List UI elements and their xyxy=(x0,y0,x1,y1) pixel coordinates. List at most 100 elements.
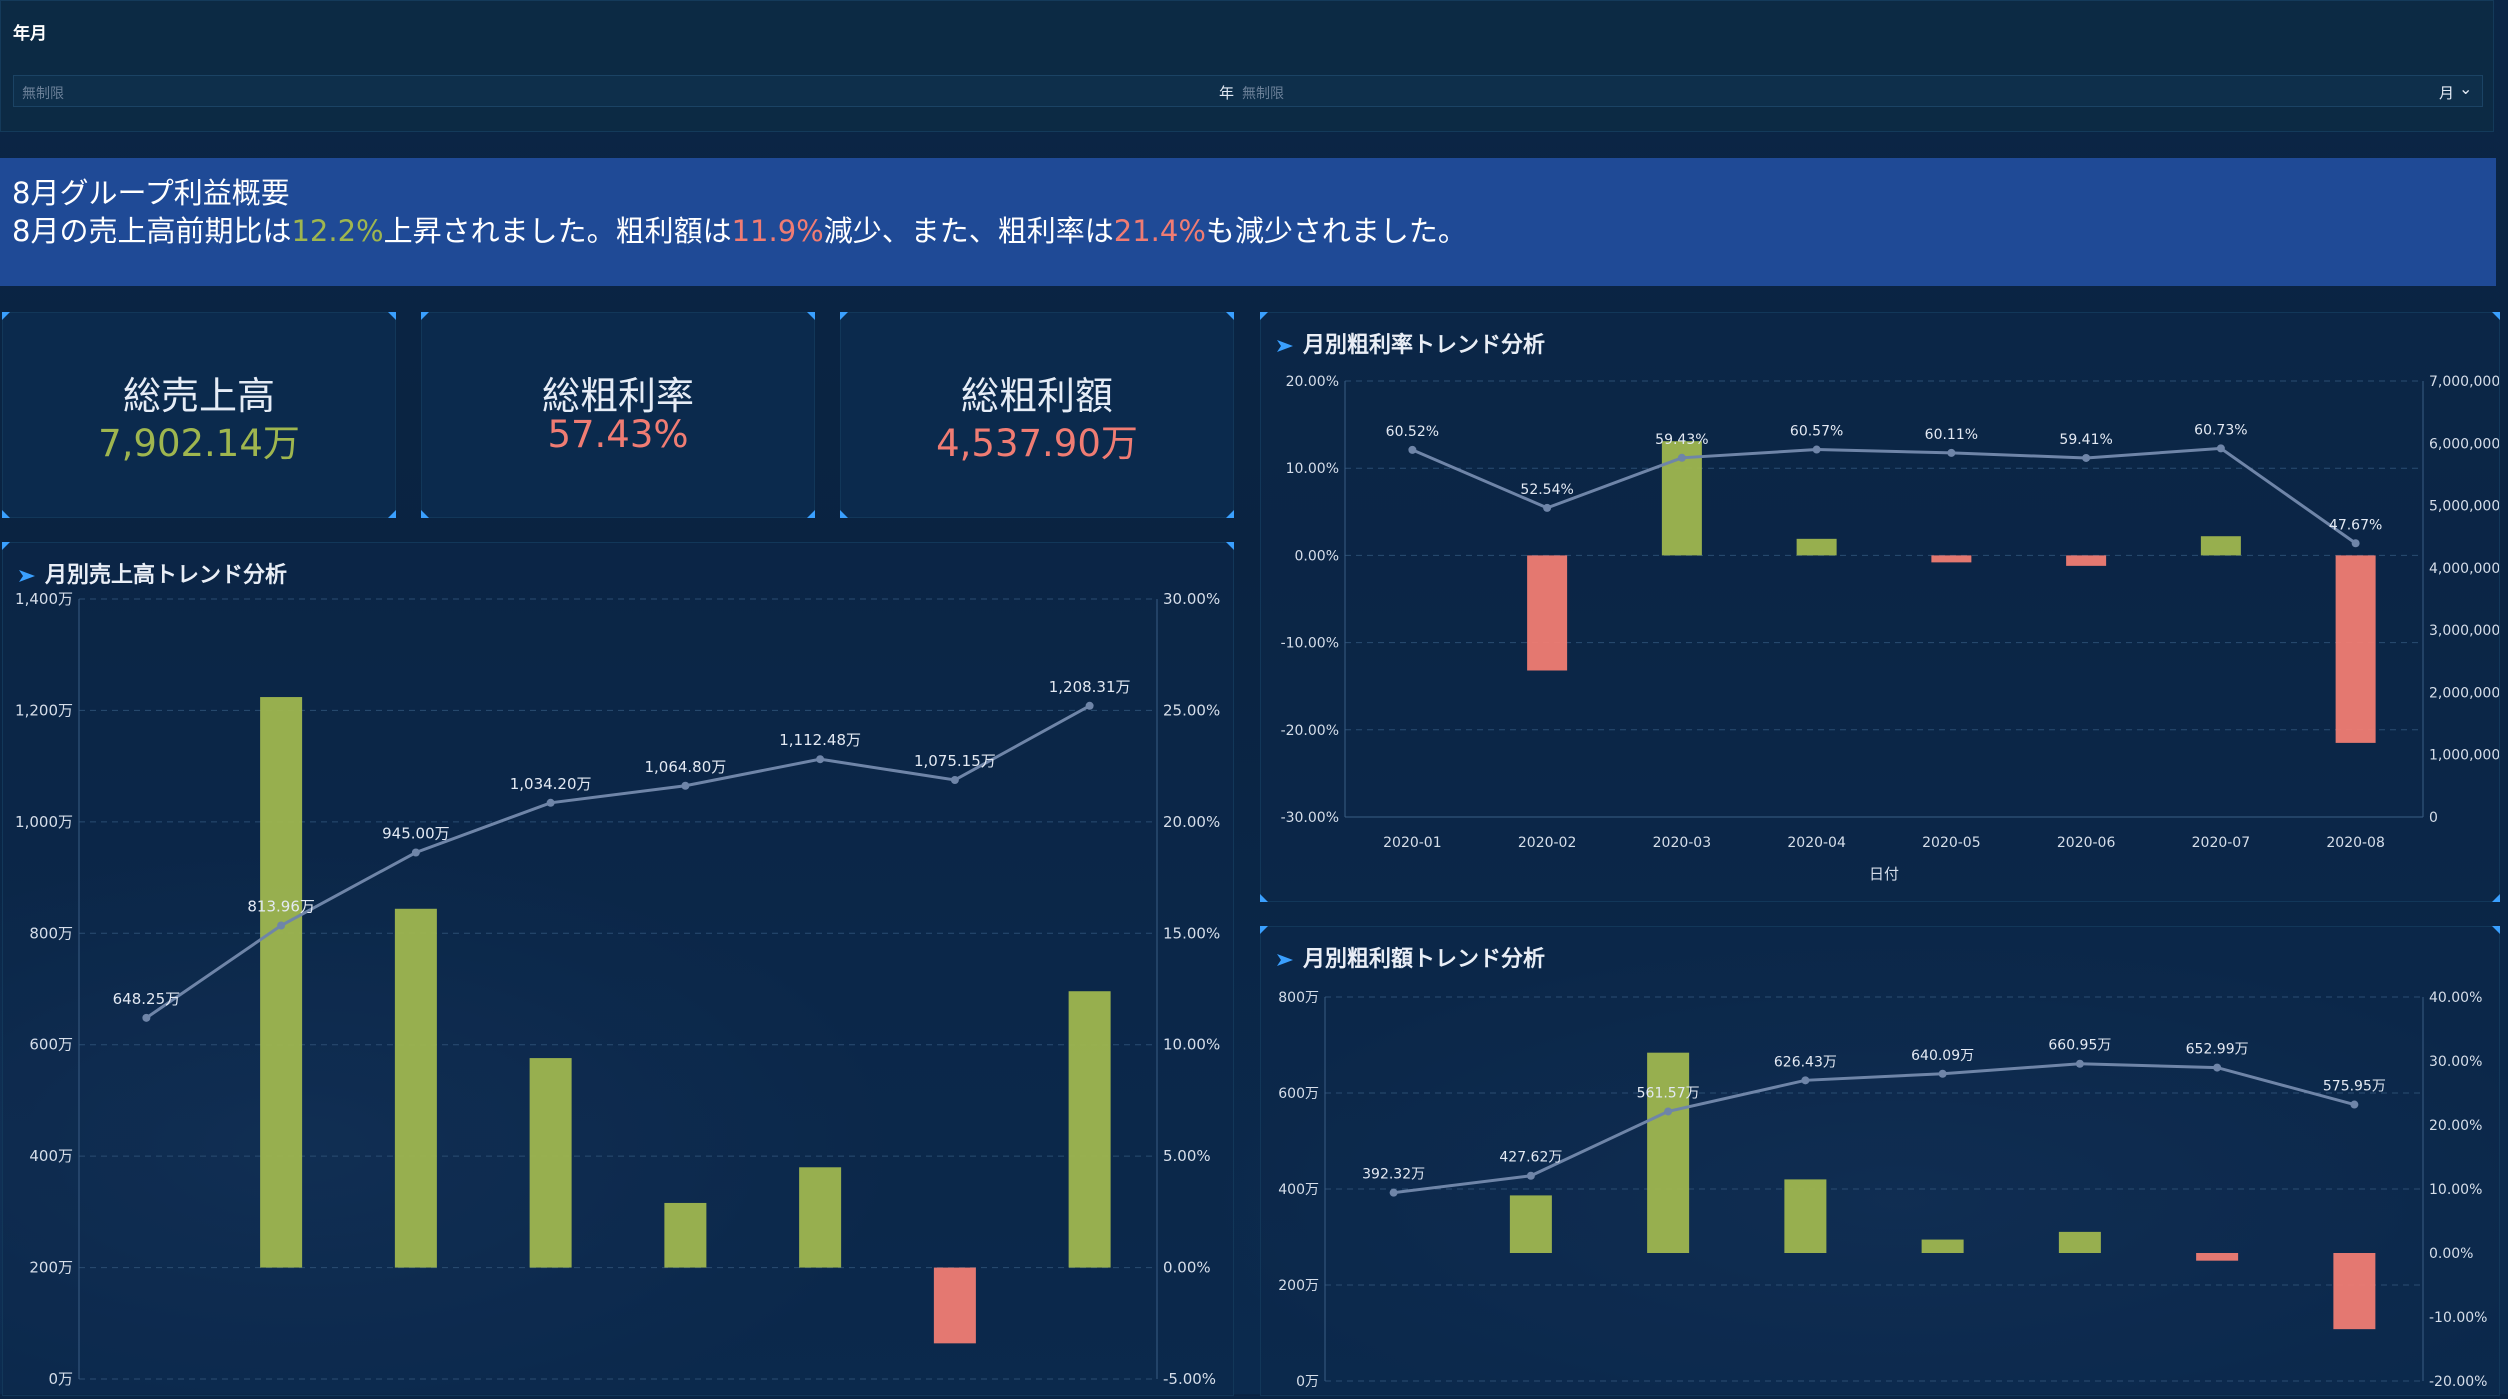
data-label: 52.54% xyxy=(1520,482,1573,498)
x-axis-title: 日付 xyxy=(1869,865,1899,883)
year-label: 年 xyxy=(1219,84,1235,102)
line-point xyxy=(1085,701,1094,710)
data-label: 813.96万 xyxy=(247,898,315,916)
chart-bar xyxy=(2196,1253,2239,1261)
flag-icon xyxy=(1277,340,1293,352)
gross-profit-trend-chart: 0万 200万 400万 600万 800万 -20.00% -10.00% 0.00% 10.… xyxy=(1278,990,2487,1390)
line-point xyxy=(1664,1107,1673,1116)
chart-bar xyxy=(2200,536,2241,556)
x-tick-label: 2020-08 xyxy=(2326,835,2385,851)
corner-marker xyxy=(388,312,396,320)
y-left-tick-label: 800万 xyxy=(29,924,73,942)
kpi-label: 総粗利率 xyxy=(541,374,694,418)
line-point xyxy=(816,755,825,764)
chart-title: 月別粗利率トレンド分析 xyxy=(1303,333,1546,358)
y-right-tick-label: 2,000,000 xyxy=(2429,685,2499,701)
y-left-tick-label: 20.00% xyxy=(1286,374,1339,390)
line-point xyxy=(1408,445,1417,454)
y-right-tick-label: 30.00% xyxy=(1163,590,1220,608)
line-point xyxy=(1526,1171,1535,1180)
chart-bar xyxy=(1527,555,1568,671)
data-label: 47.67% xyxy=(2329,517,2382,533)
line-point xyxy=(277,921,286,930)
gross-profit-change-value: 11.9% xyxy=(731,214,824,248)
line-point xyxy=(1543,503,1552,512)
panel-title: 月別粗利率トレンド分析 xyxy=(1277,327,1545,359)
x-tick-label: 2020-04 xyxy=(1787,835,1846,851)
corner-marker xyxy=(2492,894,2500,902)
chart-bar xyxy=(1509,1195,1552,1253)
y-right-tick-label: -5.00% xyxy=(1163,1370,1216,1388)
corner-marker xyxy=(1226,510,1234,518)
data-label: 652.99万 xyxy=(2186,1042,2249,1058)
line-point xyxy=(950,775,959,784)
x-tick-label: 2020-07 xyxy=(2192,835,2251,851)
y-left-tick-label: 200万 xyxy=(29,1259,73,1277)
data-label: 60.57% xyxy=(1790,424,1843,440)
y-left-tick-label: 600万 xyxy=(1278,1086,1319,1102)
year-month-selector[interactable]: 無制限 年 無制限 月 ⌄ xyxy=(13,75,2483,107)
chart-bar xyxy=(1784,1179,1827,1253)
line-point xyxy=(1801,1076,1810,1085)
year-input[interactable]: 無制限 xyxy=(22,83,64,103)
month-input[interactable]: 無制限 xyxy=(1242,83,1284,103)
flag-icon xyxy=(19,570,35,582)
corner-marker xyxy=(421,312,429,320)
line-point xyxy=(546,798,555,807)
y-left-tick-label: 800万 xyxy=(1278,990,1319,1006)
chart-bar xyxy=(664,1202,707,1268)
y-right-tick-label: 3,000,000 xyxy=(2429,623,2499,639)
sales-growth-value: 12.2% xyxy=(291,214,384,248)
corner-marker xyxy=(1226,542,1234,550)
summary-text: 8月の売上高前期比は12.2%上昇されました。粗利額は11.9%減少、また、粗利… xyxy=(12,208,1467,250)
corner-marker xyxy=(2,312,10,320)
flag-icon xyxy=(1277,954,1293,966)
chart-bar xyxy=(2066,555,2107,566)
line-point xyxy=(2350,1100,2359,1109)
corner-marker xyxy=(1226,312,1234,320)
data-label: 640.09万 xyxy=(1911,1048,1974,1064)
corner-marker xyxy=(388,510,396,518)
y-left-tick-label: 1,000万 xyxy=(15,813,73,831)
y-left-tick-label: -20.00% xyxy=(1281,723,1339,739)
chart-panel-gross-profit: 月別粗利額トレンド分析 0万 200万 400万 600万 800万 -20.00% -10… xyxy=(1260,926,2500,1396)
chart-bar xyxy=(1068,991,1111,1268)
chart-bar xyxy=(2058,1231,2101,1253)
y-left-tick-label: 0万 xyxy=(1296,1374,1319,1390)
summary-seg: 上昇されました。粗利額は xyxy=(383,214,732,248)
y-right-tick-label: 0.00% xyxy=(1163,1259,1211,1277)
summary-seg: も減少されました。 xyxy=(1205,214,1467,248)
summary-banner: 8月グループ利益概要 8月の売上高前期比は12.2%上昇されました。粗利額は11… xyxy=(0,158,2496,286)
data-label: 60.11% xyxy=(1925,427,1978,443)
line-point xyxy=(2351,539,2360,548)
data-label: 648.25万 xyxy=(113,990,181,1008)
chevron-down-icon[interactable]: ⌄ xyxy=(2459,79,2472,98)
margin-rate-change-value: 21.4% xyxy=(1113,214,1206,248)
sales-trend-chart: 0万 200万 400万 600万 800万 1,000万 1,200万 1,400万 -5.0… xyxy=(15,590,1220,1388)
x-tick-label: 2020-03 xyxy=(1653,835,1712,851)
line-point xyxy=(2213,1063,2222,1072)
y-left-tick-label: 200万 xyxy=(1278,1278,1319,1294)
y-left-tick-label: 400万 xyxy=(1278,1182,1319,1198)
chart-bar xyxy=(1647,1052,1690,1253)
data-label: 1,064.80万 xyxy=(644,758,726,776)
corner-marker xyxy=(421,510,429,518)
kpi-value: 57.43% xyxy=(547,413,689,456)
data-label: 59.41% xyxy=(2059,432,2112,448)
y-right-tick-label: 40.00% xyxy=(2429,990,2482,1006)
line-point xyxy=(1812,445,1821,454)
chart-bar xyxy=(2333,1253,2376,1330)
chart-panel-margin-rate: 月別粗利率トレンド分析 -30.00% -20.00% -10.00% 0.00% 10… xyxy=(1260,312,2500,902)
corner-marker xyxy=(2,510,10,518)
data-label: 1,208.31万 xyxy=(1049,678,1131,696)
y-right-tick-label: 0 xyxy=(2429,810,2438,826)
chart-bar xyxy=(2335,555,2376,743)
line-point xyxy=(2216,444,2225,453)
chart-bar xyxy=(394,908,437,1268)
corner-marker xyxy=(807,510,815,518)
y-right-tick-label: 6,000,000 xyxy=(2429,436,2499,452)
corner-marker xyxy=(2492,312,2500,320)
corner-marker xyxy=(1260,926,1268,934)
chart-bar xyxy=(1921,1239,1964,1253)
x-tick-label: 2020-02 xyxy=(1518,835,1577,851)
